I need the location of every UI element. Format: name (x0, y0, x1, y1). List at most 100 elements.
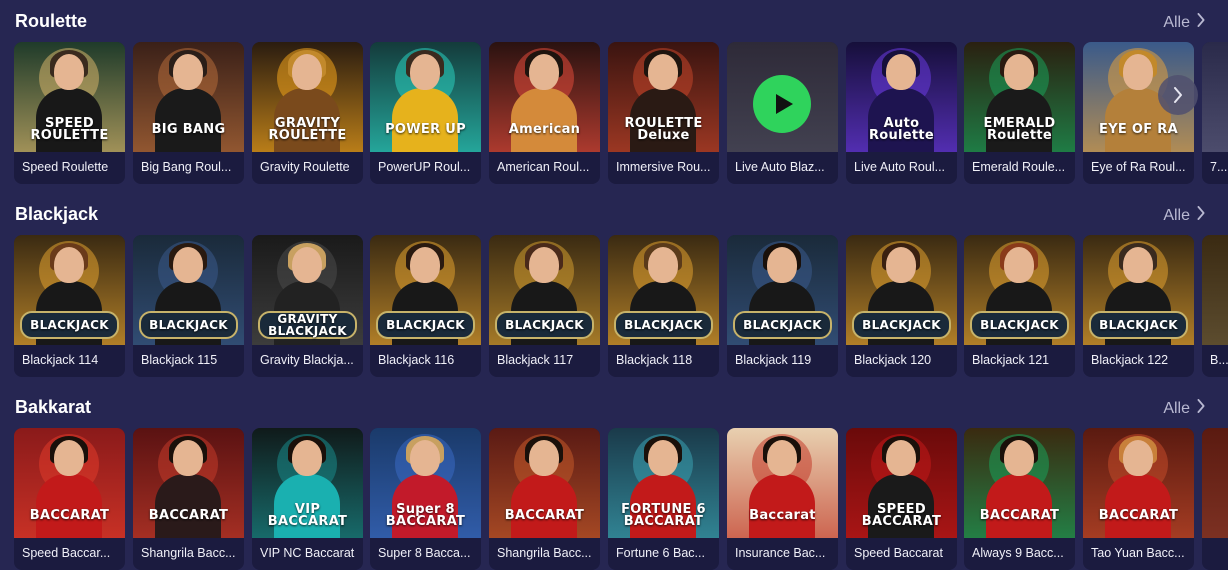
game-thumbnail: GRAVITY ROULETTE (252, 42, 363, 152)
dealer-face (648, 247, 678, 283)
carousel-next-button[interactable] (1158, 75, 1198, 115)
game-card[interactable]: BLACKJACK Blackjack 121 (964, 235, 1075, 377)
game-thumbnail: BACCARAT (489, 428, 600, 538)
game-card[interactable]: EMERALD Roulette Emerald Roule... (964, 42, 1075, 184)
game-title: 7... (1210, 160, 1228, 174)
game-card[interactable]: BLACKJACK Blackjack 116 (370, 235, 481, 377)
game-card[interactable]: SPEED ROULETTE Speed Roulette (14, 42, 125, 184)
dealer-face (410, 54, 440, 90)
game-card[interactable]: BLACKJACK Blackjack 115 (133, 235, 244, 377)
game-thumbnail: ROULETTE Deluxe (608, 42, 719, 152)
game-logo: EYE OF RA (1099, 122, 1178, 137)
dealer-face (1123, 54, 1153, 90)
game-card[interactable]: BLACKJACK Blackjack 114 (14, 235, 125, 377)
section-header: Roulette Alle (0, 1, 1228, 41)
game-thumbnail (1202, 235, 1228, 345)
dealer-face (886, 54, 916, 90)
game-thumbnail: EMERALD Roulette (964, 42, 1075, 152)
game-card[interactable]: BACCARAT Speed Baccar... (14, 428, 125, 570)
game-logo: BLACKJACK (733, 311, 832, 339)
game-logo: BLACKJACK (139, 311, 238, 339)
game-card[interactable]: VIP BACCARAT VIP NC Baccarat (252, 428, 363, 570)
dealer-face (886, 247, 916, 283)
section-header: Blackjack Alle (0, 194, 1228, 234)
game-thumbnail (1202, 428, 1228, 538)
game-card[interactable]: Baccarat Insurance Bac... (727, 428, 838, 570)
game-card[interactable]: American American Roul... (489, 42, 600, 184)
game-card[interactable]: BLACKJACK Blackjack 119 (727, 235, 838, 377)
game-logo: BLACKJACK (970, 311, 1069, 339)
game-thumbnail: BLACKJACK (727, 235, 838, 345)
game-carousel[interactable]: SPEED ROULETTE Speed Roulette BIG BANG Big … (14, 42, 1228, 184)
see-all-link[interactable]: Alle (1163, 206, 1206, 225)
game-title: Speed Roulette (22, 160, 109, 174)
game-card[interactable]: ROULETTE Deluxe Immersive Rou... (608, 42, 719, 184)
game-title: Live Auto Blaz... (735, 160, 825, 174)
dealer-face (1004, 54, 1034, 90)
game-title: B... (1210, 353, 1228, 367)
game-title: Big Bang Roul... (141, 160, 232, 174)
game-card[interactable]: BIG BANG Big Bang Roul... (133, 42, 244, 184)
game-card[interactable]: BACCARAT Always 9 Bacc... (964, 428, 1075, 570)
dealer-face (767, 247, 797, 283)
game-title: Blackjack 119 (735, 353, 812, 367)
game-section-bakkarat: Bakkarat Alle BACCARAT Speed Baccar... BACCA… (0, 387, 1228, 570)
game-title: Insurance Bac... (735, 546, 826, 560)
game-thumbnail: BLACKJACK (370, 235, 481, 345)
game-card[interactable]: SPEED BACCARAT Speed Baccarat (846, 428, 957, 570)
game-logo: SPEED ROULETTE (30, 116, 109, 143)
game-card[interactable]: Super 8 BACCARAT Super 8 Bacca... (370, 428, 481, 570)
game-card[interactable]: BACCARAT Tao Yuan Bacc... (1083, 428, 1194, 570)
dealer-face (292, 54, 322, 90)
game-title: Always 9 Bacc... (972, 546, 1064, 560)
game-title: Live Auto Roul... (854, 160, 946, 174)
dealer-face (173, 54, 203, 90)
game-title: Super 8 Bacca... (378, 546, 471, 560)
game-title: Speed Baccarat (854, 546, 943, 560)
game-thumbnail: BACCARAT (1083, 428, 1194, 538)
play-icon[interactable] (753, 75, 811, 133)
game-card[interactable]: BACCARAT Shangrila Bacc... (489, 428, 600, 570)
game-card[interactable]: BLACKJACK Blackjack 120 (846, 235, 957, 377)
game-card[interactable]: POWER UP PowerUP Roul... (370, 42, 481, 184)
game-logo: BACCARAT (979, 508, 1060, 523)
game-logo: BLACKJACK (20, 311, 119, 339)
game-thumbnail (727, 42, 838, 152)
game-title: Shangrila Bacc... (497, 546, 592, 560)
game-card[interactable]: B... (1202, 235, 1228, 377)
game-thumbnail: BLACKJACK (14, 235, 125, 345)
dealer-face (173, 440, 203, 476)
see-all-link[interactable]: Alle (1163, 399, 1206, 418)
game-card[interactable]: GRAVITY BLACKJACK Gravity Blackja... (252, 235, 363, 377)
game-logo: Super 8 BACCARAT (385, 502, 466, 529)
dealer-face (292, 247, 322, 283)
game-carousel[interactable]: BLACKJACK Blackjack 114 BLACKJACK Blackjack… (14, 235, 1228, 377)
game-card[interactable]: Live Auto Blaz... (727, 42, 838, 184)
chevron-right-icon (1196, 399, 1206, 418)
game-card[interactable]: FORTUNE 6 BACCARAT Fortune 6 Bac... (608, 428, 719, 570)
game-logo: BACCARAT (1098, 508, 1179, 523)
game-thumbnail: American (489, 42, 600, 152)
dealer-face (410, 440, 440, 476)
game-card[interactable]: BLACKJACK Blackjack 118 (608, 235, 719, 377)
game-logo: EMERALD Roulette (983, 116, 1056, 143)
game-carousel[interactable]: BACCARAT Speed Baccar... BACCARAT Shangrila… (14, 428, 1228, 570)
game-title: Emerald Roule... (972, 160, 1066, 174)
game-thumbnail: Baccarat (727, 428, 838, 538)
game-card[interactable]: 7... (1202, 42, 1228, 184)
dealer-face (1123, 440, 1153, 476)
dealer-face (529, 247, 559, 283)
game-card[interactable]: BACCARAT Shangrila Bacc... (133, 428, 244, 570)
dealer-face (1004, 440, 1034, 476)
see-all-link[interactable]: Alle (1163, 13, 1206, 32)
game-logo: POWER UP (385, 122, 466, 137)
game-card[interactable]: Auto Roulette Live Auto Roul... (846, 42, 957, 184)
game-title: Blackjack 117 (497, 353, 574, 367)
game-title: Blackjack 122 (1091, 353, 1169, 367)
game-title: Tao Yuan Bacc... (1091, 546, 1185, 560)
game-title: VIP NC Baccarat (260, 546, 355, 560)
game-card[interactable] (1202, 428, 1228, 570)
game-card[interactable]: GRAVITY ROULETTE Gravity Roulette (252, 42, 363, 184)
game-card[interactable]: BLACKJACK Blackjack 117 (489, 235, 600, 377)
game-card[interactable]: BLACKJACK Blackjack 122 (1083, 235, 1194, 377)
